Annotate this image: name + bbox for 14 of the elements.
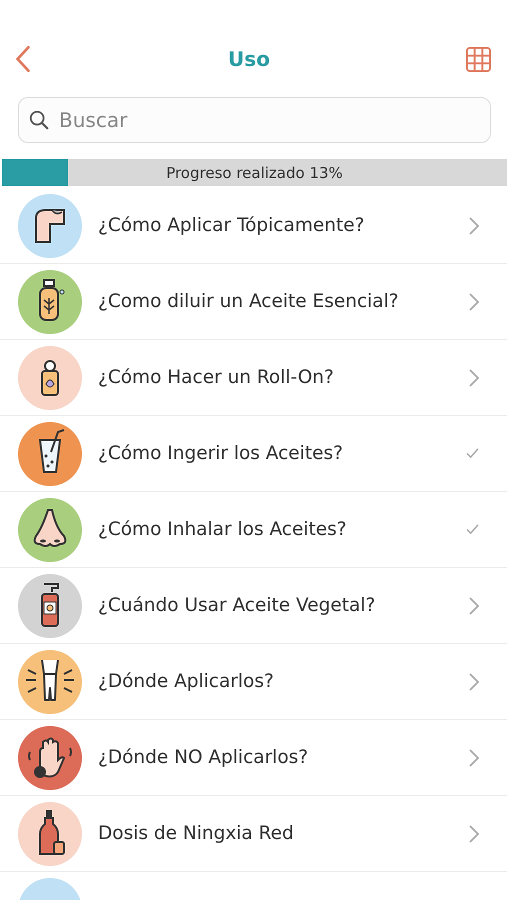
list-item[interactable]: Dosis de Ningxia Red [0,796,507,872]
list-item[interactable]: ¿Como diluir un Aceite Esencial? [0,264,507,340]
back-icon[interactable] [14,44,32,74]
progress-label: Progreso realizado 13% [166,164,343,182]
screen-title: Uso [228,47,270,71]
list-item[interactable]: ¿Cómo Inhalar los Aceites? [0,492,507,568]
grid-icon[interactable] [466,46,491,72]
list-item[interactable]: ¿Dónde NO Aplicarlos? [0,720,507,796]
list-item[interactable]: ¿Cuándo Usar Aceite Vegetal? [0,568,507,644]
list-item[interactable]: ¿Cómo Ingerir los Aceites? [0,416,507,492]
list-item[interactable]: ¿Cómo Hacer un Roll-On? [0,340,507,416]
list-item[interactable]: ¿Dónde Aplicarlos? [0,644,507,720]
list-item[interactable]: ¿Cómo Aplicar Tópicamente? [0,188,507,264]
search-field[interactable]: Buscar [18,97,491,143]
